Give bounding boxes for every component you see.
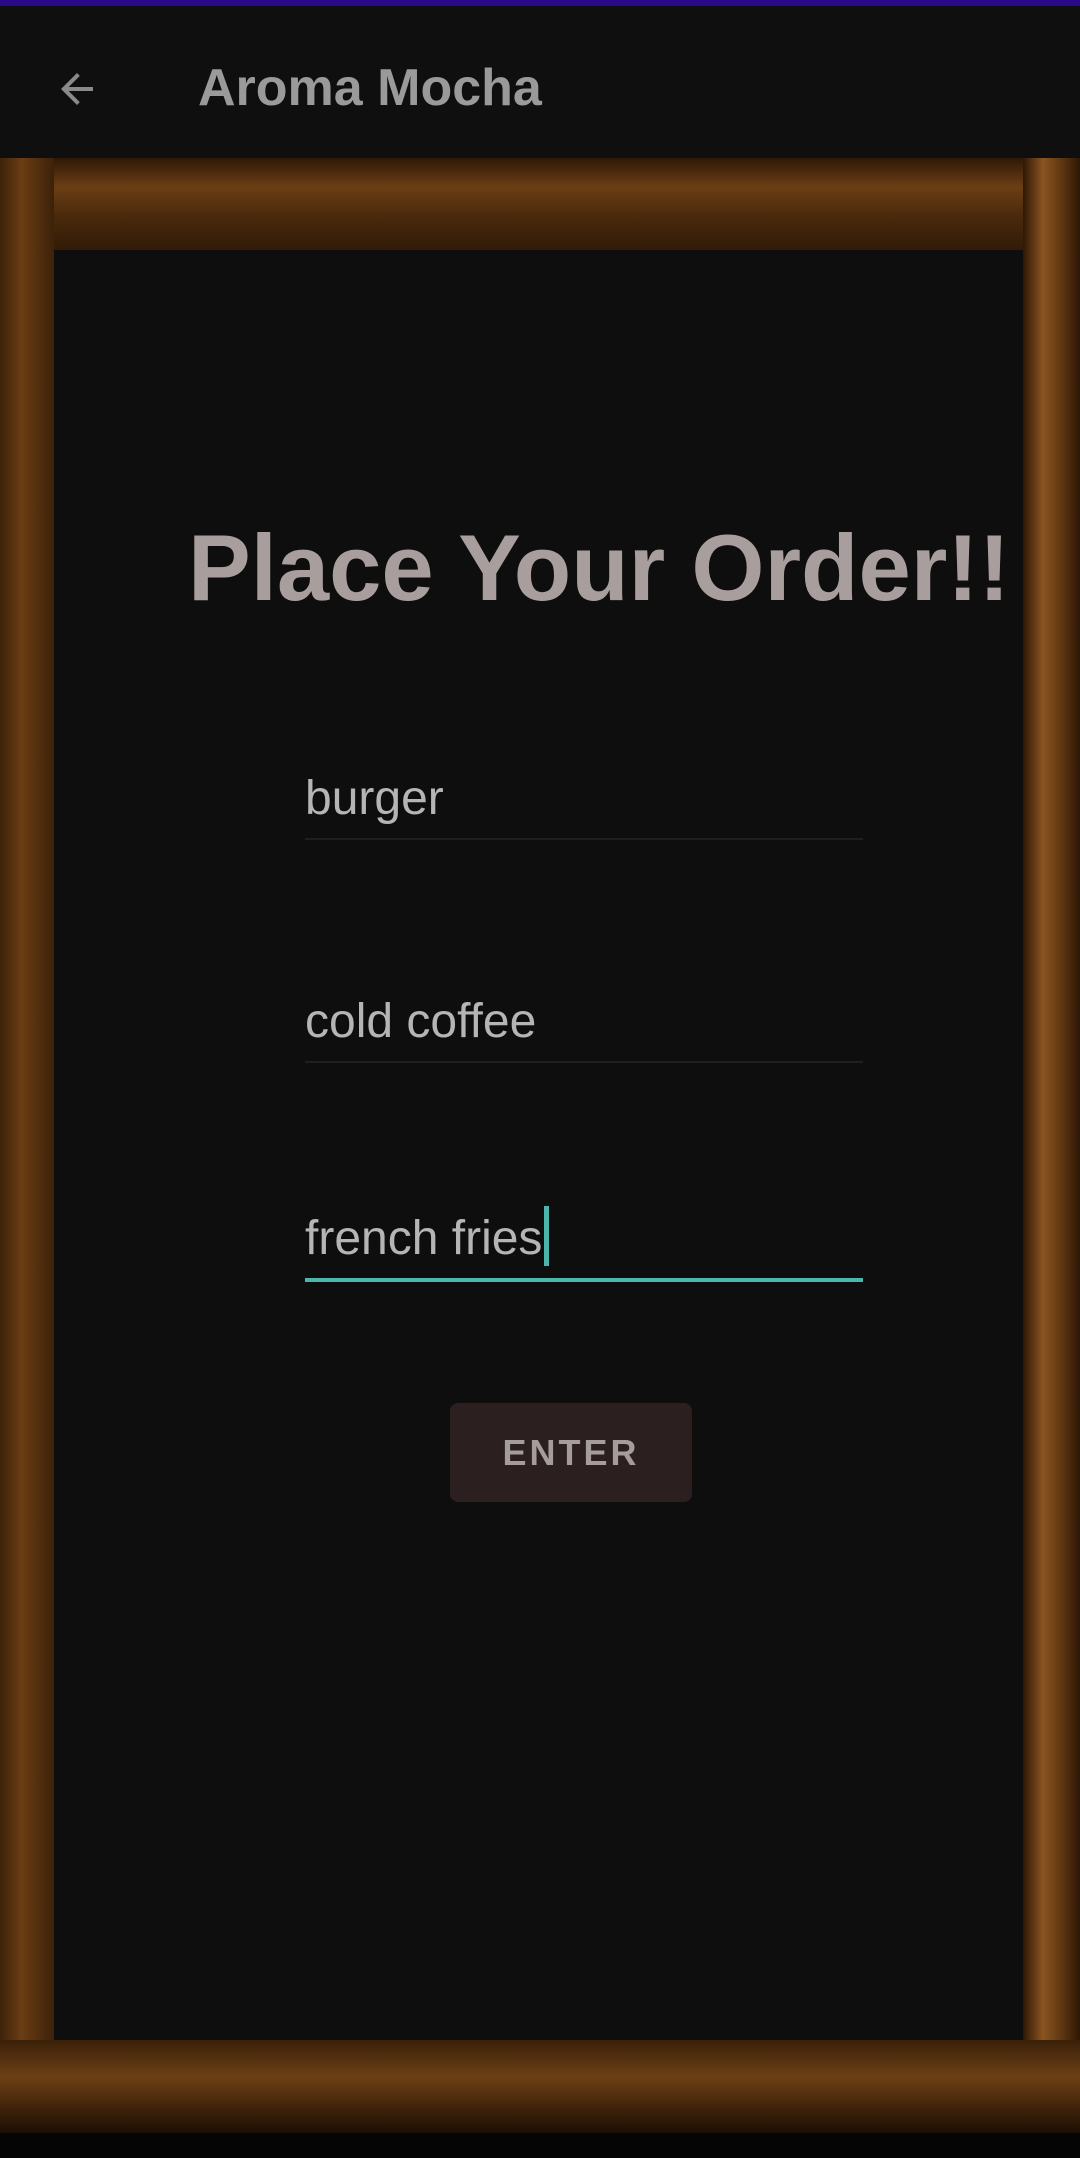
order-field-1-value: burger xyxy=(305,772,444,825)
order-field-2-value: cold coffee xyxy=(305,995,537,1048)
arrow-left-icon xyxy=(61,73,93,105)
page-heading: Place Your Order!! xyxy=(188,515,1010,620)
order-field-1[interactable]: burger xyxy=(305,758,863,840)
navigation-bar-area xyxy=(0,2133,1080,2158)
back-button[interactable] xyxy=(40,52,114,126)
order-field-3[interactable]: french fries xyxy=(305,1198,863,1282)
frame-top-edge xyxy=(0,158,1080,254)
text-cursor xyxy=(544,1206,550,1266)
frame-left-edge xyxy=(0,158,54,2133)
order-field-3-value: french fries xyxy=(305,1212,543,1265)
app-title: Aroma Mocha xyxy=(198,59,542,117)
frame-right-edge xyxy=(1023,158,1080,2133)
enter-button[interactable]: ENTER xyxy=(450,1403,692,1502)
frame-bottom-edge xyxy=(0,2040,1080,2133)
order-field-2[interactable]: cold coffee xyxy=(305,981,863,1063)
order-field-3-text: french fries xyxy=(305,1206,550,1268)
app-bar: Aroma Mocha xyxy=(0,6,1080,158)
